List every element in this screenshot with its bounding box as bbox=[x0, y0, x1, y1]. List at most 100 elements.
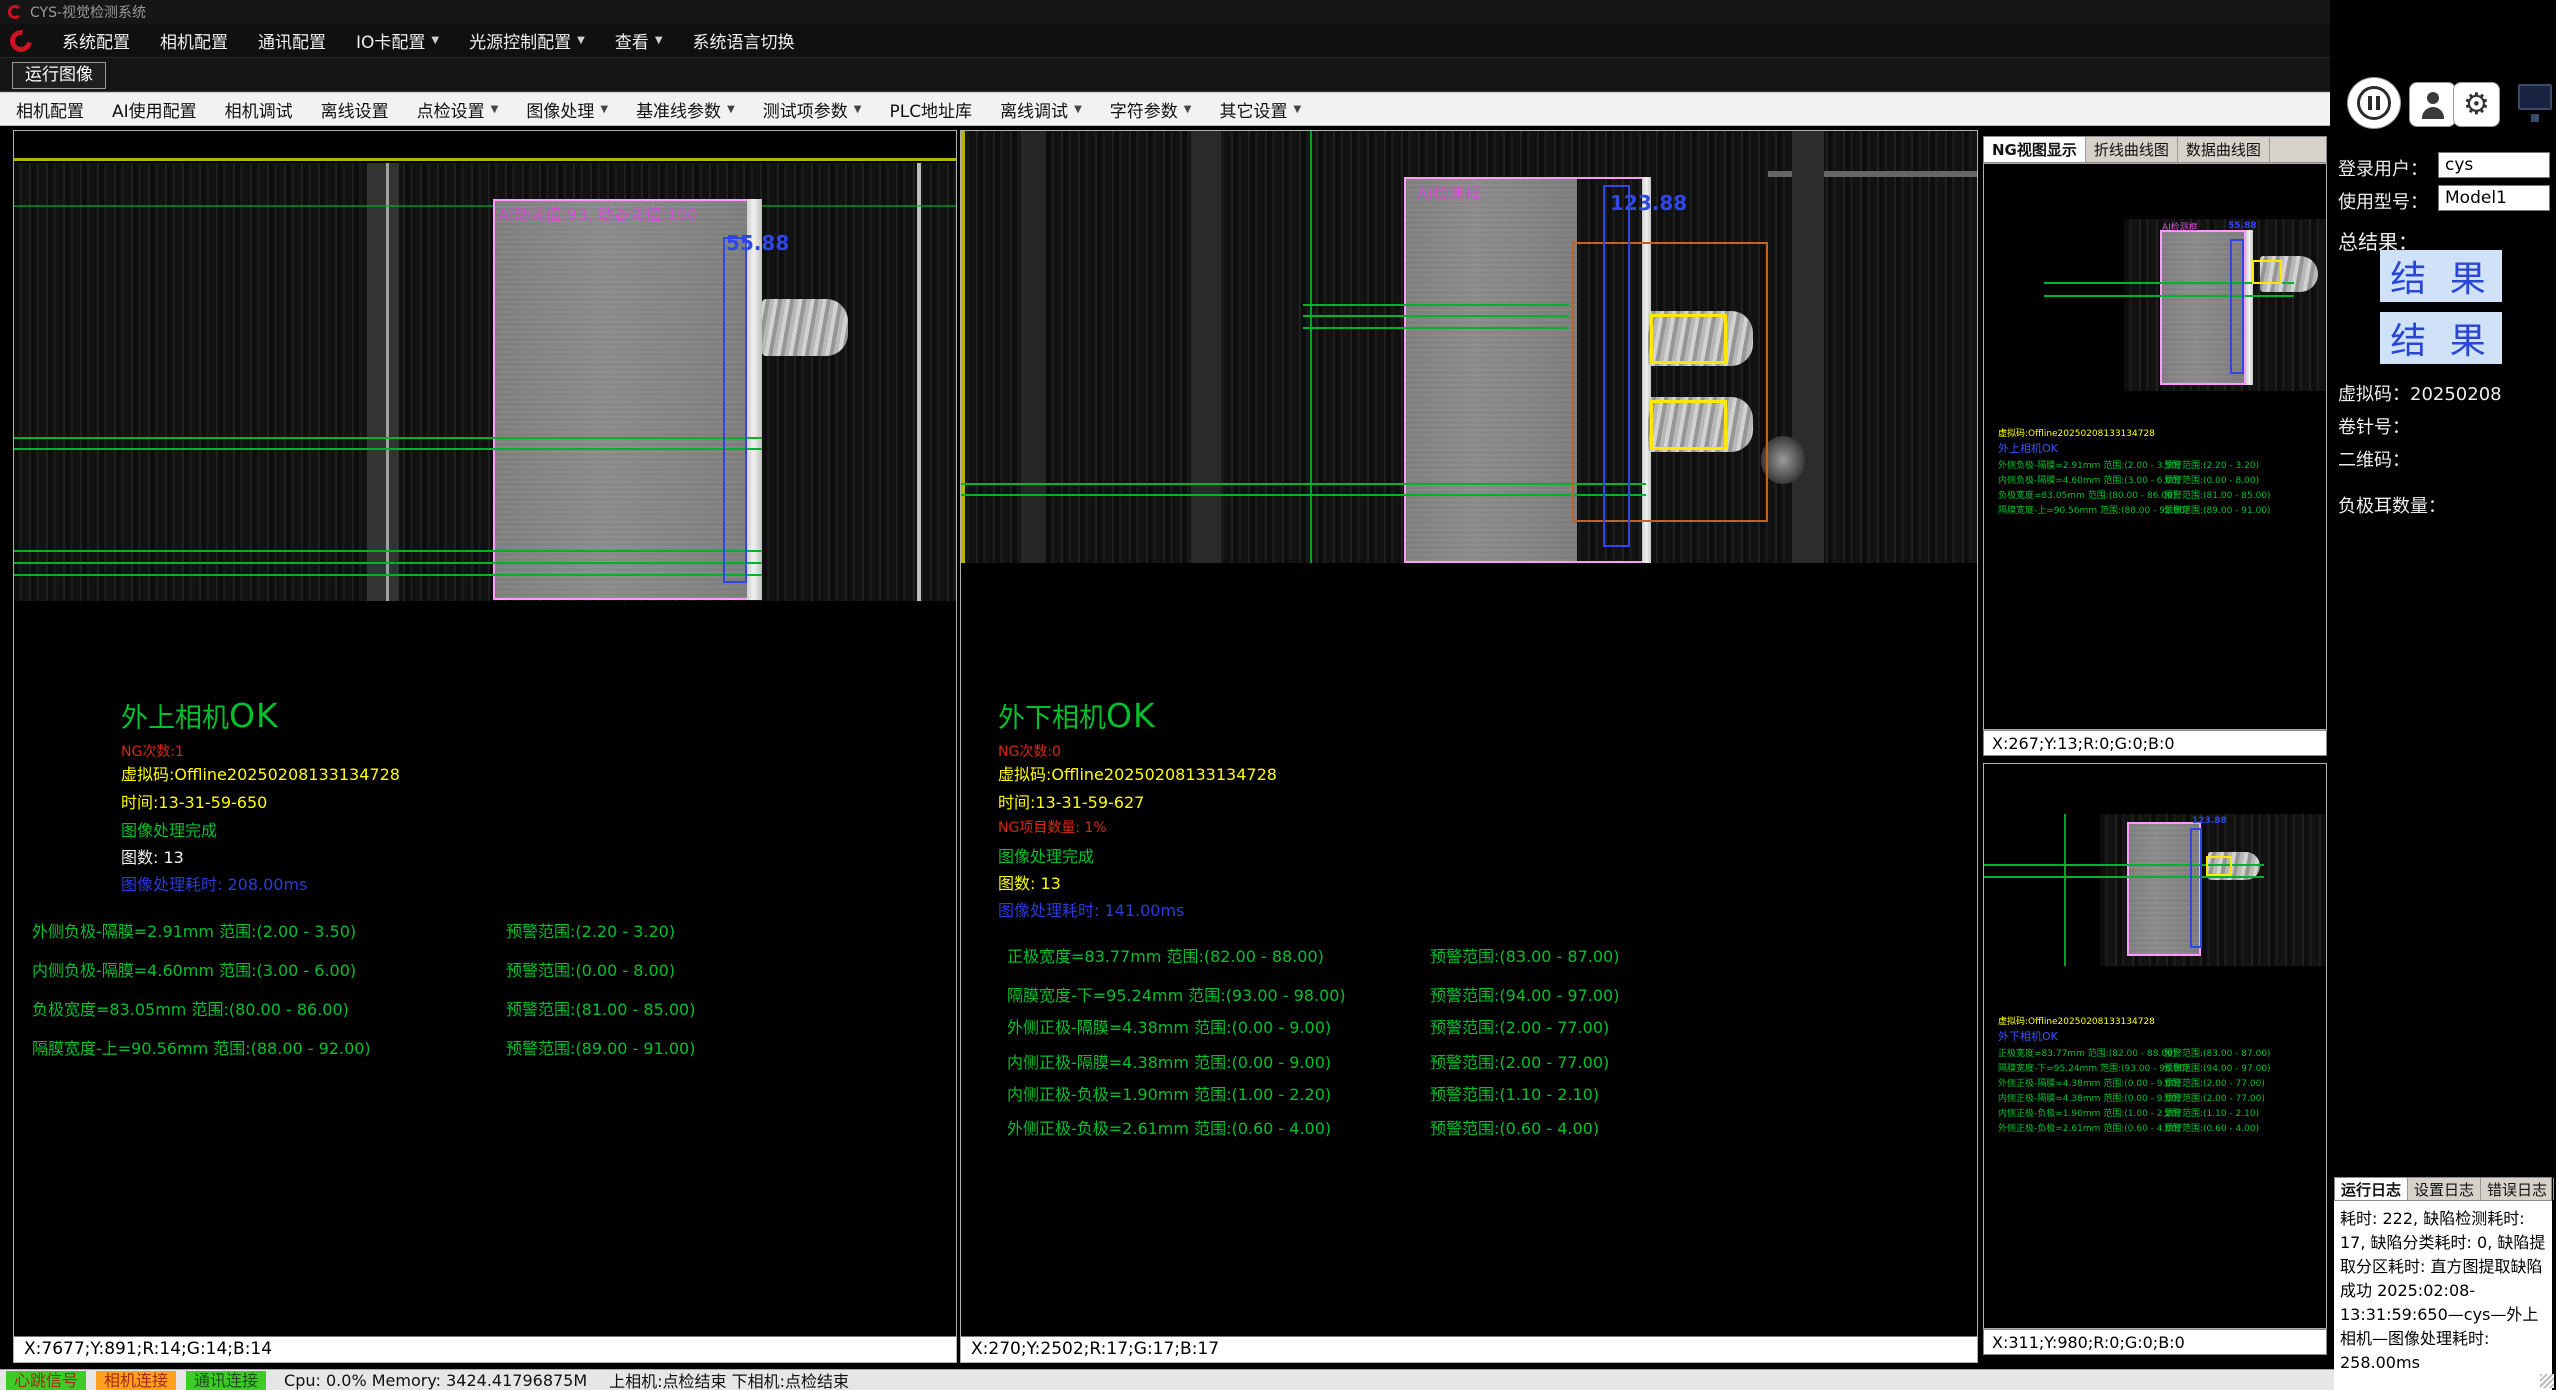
tab-run-log[interactable]: 运行日志 bbox=[2335, 1178, 2408, 1200]
vcode-label: 虚拟码： bbox=[2338, 384, 2410, 405]
login-user-field[interactable]: cys bbox=[2438, 152, 2550, 178]
measurement-warning: 预警范围:(0.60 - 4.00) bbox=[1430, 1115, 1599, 1139]
ai-threshold-label: AI动阈值:93, 动态阈值:100 bbox=[498, 201, 698, 225]
tab-ng-view[interactable]: NG视图显示 bbox=[1984, 137, 2086, 162]
tool-camera-debug[interactable]: 相机调试 bbox=[225, 97, 293, 122]
measure-line-green bbox=[1303, 304, 1569, 306]
preview-column: NG视图显示 折线曲线图 数据曲线图 AI检测框 55.88 虚拟码:Offli… bbox=[1983, 130, 2327, 1363]
heartbeat-badge: 心跳信号 bbox=[6, 1371, 86, 1390]
app-logo-icon bbox=[8, 5, 22, 19]
chevron-down-icon: ▼ bbox=[727, 104, 735, 115]
measurement-text: 外侧正极-负极=2.61mm 范围:(0.60 - 4.00) bbox=[1007, 1119, 1331, 1138]
roll-label: 卷针号： bbox=[2338, 417, 2410, 438]
tool-ai-use-config[interactable]: AI使用配置 bbox=[112, 97, 197, 122]
titlebar: CYS-视觉检测系统 – ▢ ✕ bbox=[0, 0, 2556, 24]
right-camera-image[interactable]: AI检测框 123.88 外下相机OK NG次数:0 虚拟码:Offline20… bbox=[961, 131, 1977, 1336]
preview-tab-bar: NG视图显示 折线曲线图 数据曲线图 bbox=[1983, 136, 2327, 163]
cpu-memory-text: Cpu: 0.0% Memory: 3424.41796875M bbox=[284, 1371, 587, 1390]
measure-value-label: 123.88 bbox=[1610, 191, 1687, 215]
login-user-label: 登录用户： bbox=[2338, 155, 2428, 181]
measurement-row: 外侧正极-负极=2.61mm 范围:(0.60 - 4.00)预警范围:(0.6… bbox=[1007, 1115, 1331, 1139]
reference-line-green-vertical bbox=[1310, 131, 1312, 563]
model-field[interactable]: Model1 bbox=[2438, 185, 2550, 211]
pause-button[interactable] bbox=[2347, 77, 2401, 129]
tool-spot-check[interactable]: 点检设置▼ bbox=[417, 97, 499, 122]
toolbar: 相机配置 AI使用配置 相机调试 离线设置 点检设置▼ 图像处理▼ 基准线参数▼… bbox=[0, 92, 2330, 126]
measurement-row: 外侧正极-隔膜=4.38mm 范围:(0.00 - 9.00)预警范围:(2.0… bbox=[1998, 1076, 2180, 1089]
qr-row: 二维码： bbox=[2338, 446, 2410, 472]
chevron-down-icon: ▼ bbox=[1293, 104, 1301, 115]
pause-icon bbox=[2357, 86, 2391, 120]
menu-language-switch[interactable]: 系统语言切换 bbox=[693, 28, 795, 53]
menu-light-control-config[interactable]: 光源控制配置▼ bbox=[469, 28, 585, 53]
preview-lower-camera[interactable]: 123.88 虚拟码:Offline20250208133134728 外下相机… bbox=[1983, 763, 2327, 1329]
tab-line-curve[interactable]: 折线曲线图 bbox=[2086, 137, 2178, 162]
ai-box-label: AI检测框 bbox=[2162, 220, 2198, 233]
menu-comm-config[interactable]: 通讯配置 bbox=[258, 28, 326, 53]
tab-data-curve[interactable]: 数据曲线图 bbox=[2178, 137, 2270, 162]
ai-detect-box-blue bbox=[2230, 239, 2244, 374]
measurement-row: 隔膜宽度-上=90.56mm 范围:(88.00 - 92.00)预警范围:(8… bbox=[32, 1035, 371, 1059]
user-button[interactable] bbox=[2409, 82, 2456, 127]
tool-offline-debug[interactable]: 离线调试▼ bbox=[1000, 97, 1082, 122]
tool-baseline-params[interactable]: 基准线参数▼ bbox=[636, 97, 735, 122]
vcode-value: 20250208 bbox=[2410, 384, 2502, 405]
reference-line-yellow bbox=[14, 158, 956, 161]
log-tab-bar: 运行日志 设置日志 错误日志 bbox=[2334, 1177, 2552, 1201]
menu-io-card-config[interactable]: IO卡配置▼ bbox=[356, 28, 439, 53]
ng-items-label: NG项目数量: 1% bbox=[998, 817, 1107, 837]
reference-line-green-vertical bbox=[2064, 814, 2066, 966]
resize-grip[interactable] bbox=[2540, 1374, 2554, 1388]
measure-value-label: 55.88 bbox=[726, 231, 789, 255]
left-camera-image[interactable]: AI动阈值:93, 动态阈值:100 55.88 外上相机OK NG次数:1 虚… bbox=[14, 131, 956, 1336]
tool-char-params[interactable]: 字符参数▼ bbox=[1110, 97, 1192, 122]
measurement-row: 正极宽度=83.77mm 范围:(82.00 - 88.00)预警范围:(83.… bbox=[1007, 943, 1324, 967]
tab-detect-box-yellow bbox=[1650, 400, 1727, 450]
bright-edge-bar bbox=[2246, 230, 2253, 385]
bottom-status-bar: 心跳信号 相机连接 通讯连接 Cpu: 0.0% Memory: 3424.41… bbox=[0, 1369, 2334, 1390]
settings-button[interactable]: ⚙ bbox=[2453, 82, 2500, 127]
measurement-row: 内侧正极-负极=1.90mm 范围:(1.00 - 2.20)预警范围:(1.1… bbox=[1998, 1106, 2180, 1119]
roll-row: 卷针号： bbox=[2338, 413, 2410, 439]
reference-line-yellow bbox=[961, 131, 965, 563]
ng-count: NG次数:0 bbox=[998, 741, 1061, 761]
process-done-label: 图像处理完成 bbox=[998, 843, 1094, 867]
tool-plc-address[interactable]: PLC地址库 bbox=[889, 97, 972, 122]
measurement-text: 外侧正极-隔膜=4.38mm 范围:(0.00 - 9.00) bbox=[1007, 1018, 1331, 1037]
tool-image-processing[interactable]: 图像处理▼ bbox=[526, 97, 608, 122]
measure-value-label: 55.88 bbox=[2228, 221, 2256, 231]
measure-line-green bbox=[1303, 327, 1569, 329]
menu-system-config[interactable]: 系统配置 bbox=[62, 28, 130, 53]
tab-error-log[interactable]: 错误日志 bbox=[2481, 1178, 2554, 1200]
measurement-row: 外侧正极-负极=2.61mm 范围:(0.60 - 4.00)预警范围:(0.6… bbox=[1998, 1121, 2180, 1134]
measurement-row: 隔膜宽度-上=90.56mm 范围:(88.00 - 92.00)预警范围:(8… bbox=[1998, 503, 2189, 516]
chevron-down-icon: ▼ bbox=[491, 104, 499, 115]
tab-settings-log[interactable]: 设置日志 bbox=[2408, 1178, 2481, 1200]
tool-camera-config[interactable]: 相机配置 bbox=[16, 97, 84, 122]
chevron-down-icon: ▼ bbox=[577, 35, 585, 46]
virtual-code: 虚拟码:Offline20250208133134728 bbox=[1998, 426, 2155, 439]
measurement-text: 正极宽度=83.77mm 范围:(82.00 - 88.00) bbox=[1007, 947, 1324, 966]
run-log-content: 耗时: 222, 缺陷检测耗时: 17, 缺陷分类耗时: 0, 缺陷提取分区耗时… bbox=[2334, 1201, 2552, 1390]
preview-lower-status-line: X:311;Y:980;R:0;G:0;B:0 bbox=[1983, 1329, 2327, 1355]
measurement-row: 外侧正极-隔膜=4.38mm 范围:(0.00 - 9.00)预警范围:(2.0… bbox=[1007, 1014, 1331, 1038]
machine-texture bbox=[14, 163, 956, 601]
measure-line-green bbox=[2044, 295, 2294, 297]
measurement-warning: 预警范围:(2.00 - 77.00) bbox=[1430, 1049, 1609, 1073]
measurement-warning: 预警范围:(81.00 - 85.00) bbox=[506, 996, 695, 1020]
tool-test-item-params[interactable]: 测试项参数▼ bbox=[763, 97, 862, 122]
user-icon bbox=[2418, 90, 2448, 120]
menubar: 系统配置 相机配置 通讯配置 IO卡配置▼ 光源控制配置▼ 查看▼ 系统语言切换 bbox=[0, 24, 2556, 58]
tab-run-image[interactable]: 运行图像 bbox=[12, 62, 106, 89]
measurement-row: 外侧负极-隔膜=2.91mm 范围:(2.00 - 3.50)预警范围:(2.2… bbox=[32, 918, 356, 942]
measurement-row: 内侧正极-隔膜=4.38mm 范围:(0.00 - 9.00)预警范围:(2.0… bbox=[1998, 1091, 2180, 1104]
measurement-text: 内侧负极-隔膜=4.60mm 范围:(3.00 - 6.00) bbox=[32, 961, 356, 980]
monitor-icon[interactable] bbox=[2518, 84, 2552, 110]
menu-camera-config[interactable]: 相机配置 bbox=[160, 28, 228, 53]
menu-view[interactable]: 查看▼ bbox=[615, 28, 663, 53]
preview-upper-camera[interactable]: AI检测框 55.88 虚拟码:Offline20250208133134728… bbox=[1983, 163, 2327, 730]
frame-count: 图数: 13 bbox=[998, 870, 1061, 894]
tool-other-settings[interactable]: 其它设置▼ bbox=[1219, 97, 1301, 122]
camera-name: 外上相机 bbox=[121, 703, 229, 734]
tool-offline-settings[interactable]: 离线设置 bbox=[321, 97, 389, 122]
